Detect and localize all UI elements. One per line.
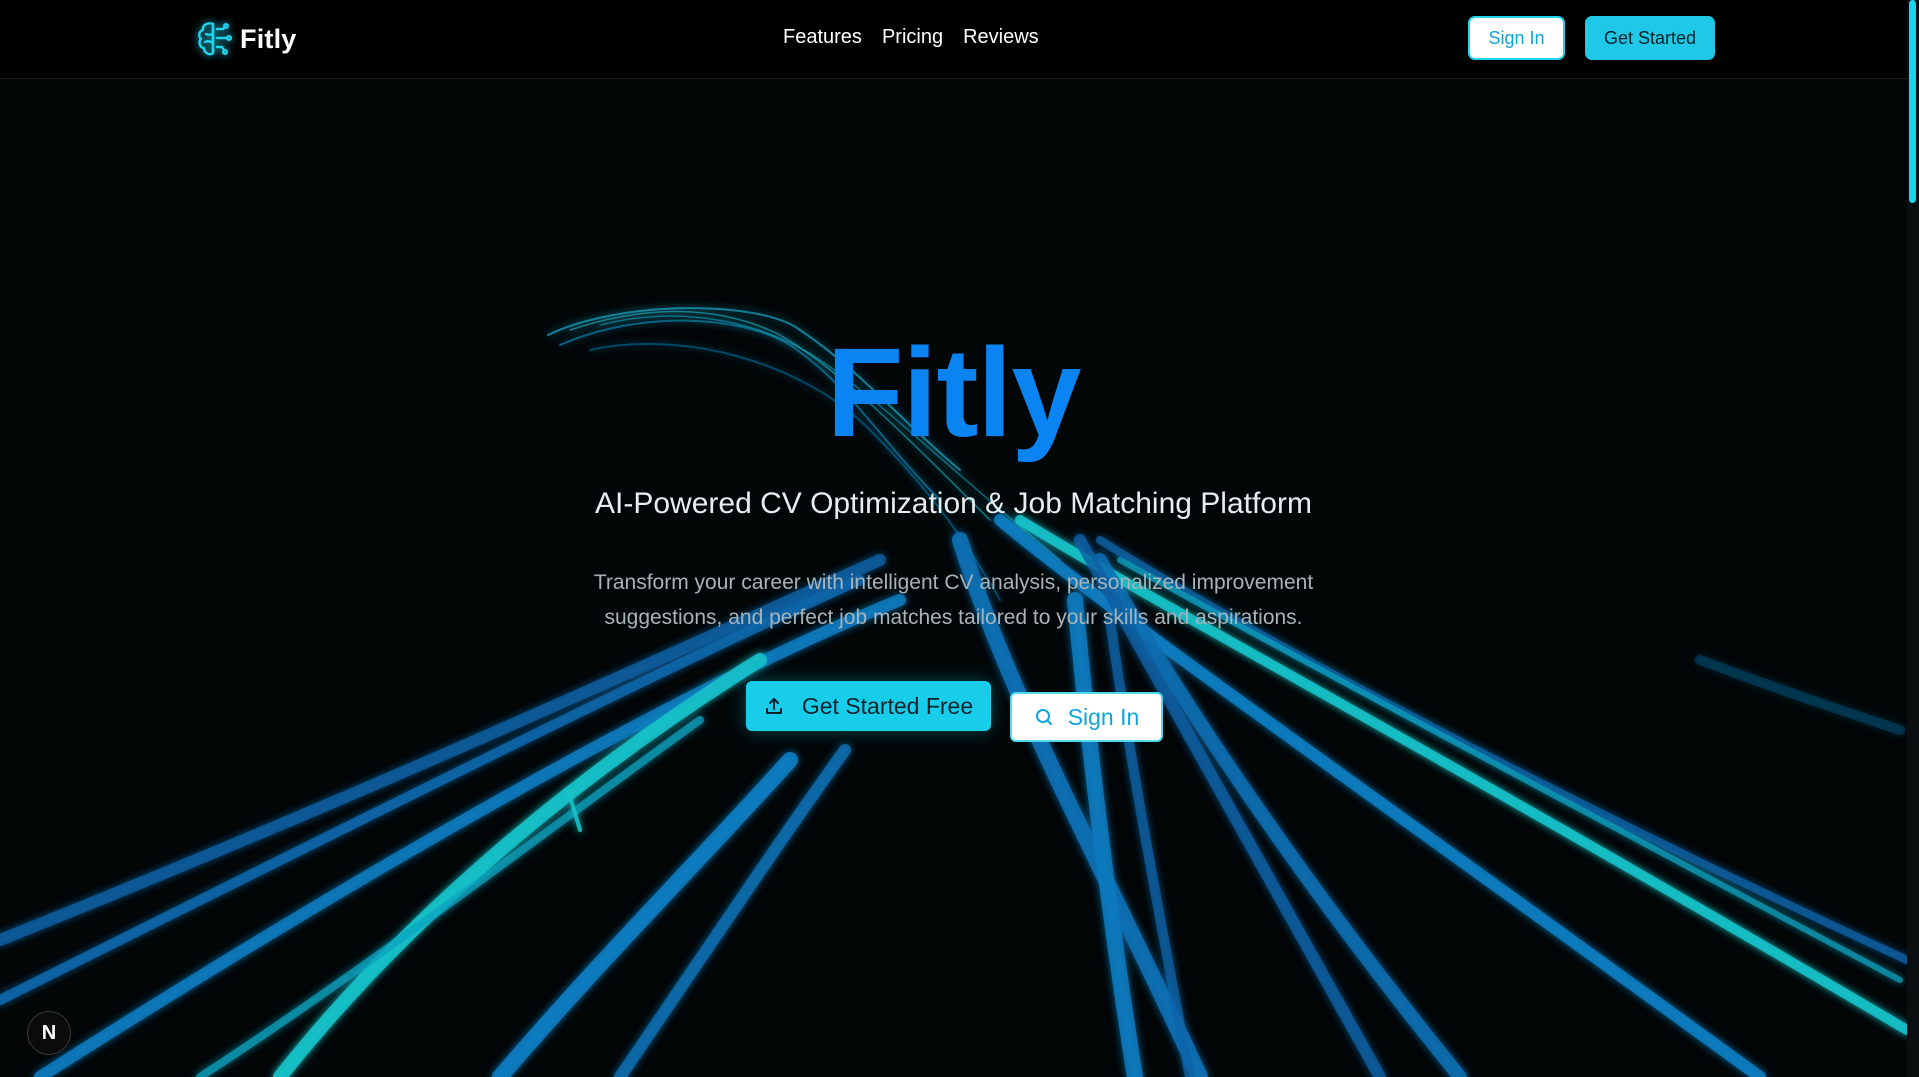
brand-logo[interactable]: Fitly <box>196 20 297 58</box>
landing-page: Fitly Features Pricing Reviews Sign In G… <box>0 0 1919 1077</box>
hero-sign-in-label: Sign In <box>1067 703 1140 730</box>
hero-title: Fitly <box>826 322 1081 463</box>
brand-name: Fitly <box>240 23 297 54</box>
hero-sign-in-button[interactable]: Sign In <box>1010 692 1163 742</box>
hero-section: Fitly AI-Powered CV Optimization & Job M… <box>0 0 1907 1077</box>
nav-pricing[interactable]: Pricing <box>882 26 943 49</box>
header-get-started-button[interactable]: Get Started <box>1585 16 1715 60</box>
nav-reviews[interactable]: Reviews <box>963 26 1039 49</box>
get-started-free-label: Get Started Free <box>801 692 974 719</box>
upload-icon <box>764 696 784 716</box>
hero-description: Transform your career with intelligent C… <box>593 571 1314 629</box>
get-started-free-button[interactable]: Get Started Free <box>746 681 991 731</box>
hero-subtitle: AI-Powered CV Optimization & Job Matchin… <box>595 487 1312 520</box>
dev-tools-badge[interactable]: N <box>27 1011 71 1055</box>
page-scrollbar[interactable] <box>1907 0 1919 1077</box>
search-icon <box>1034 707 1054 727</box>
nav-features[interactable]: Features <box>783 26 862 49</box>
scrollbar-thumb[interactable] <box>1909 0 1916 203</box>
top-navbar: Fitly Features Pricing Reviews Sign In G… <box>0 0 1907 79</box>
header-sign-in-button[interactable]: Sign In <box>1468 16 1565 60</box>
main-nav: Features Pricing Reviews <box>783 26 1039 49</box>
brain-circuit-icon <box>196 20 232 58</box>
